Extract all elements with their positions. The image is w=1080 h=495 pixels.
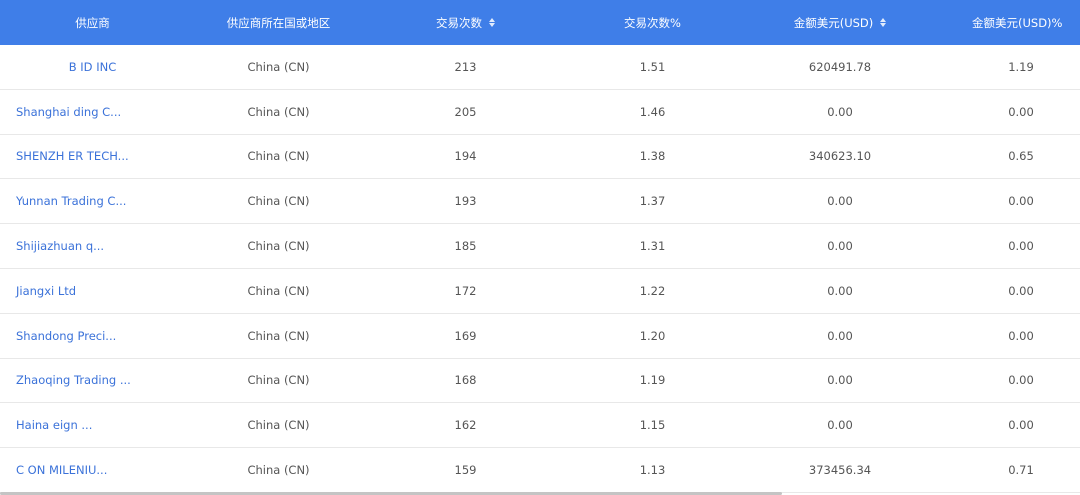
trade-count-pct-cell: 1.20 bbox=[639, 328, 666, 343]
supplier-link[interactable]: Shandong Preci... bbox=[0, 314, 185, 358]
trade-count-pct-cell: 1.38 bbox=[639, 149, 666, 164]
amount-usd-pct-cell: 0.00 bbox=[1008, 328, 1034, 343]
amount-usd-pct-cell: 0.00 bbox=[1008, 104, 1034, 119]
region-cell: China (CN) bbox=[247, 149, 310, 164]
amount-usd-cell: 0.00 bbox=[827, 328, 853, 343]
sort-icon[interactable] bbox=[880, 18, 887, 27]
amount-usd-cell: 373456.34 bbox=[808, 463, 872, 478]
trade-count-cell: 193 bbox=[454, 194, 477, 209]
region-cell: China (CN) bbox=[247, 283, 310, 298]
region-cell: China (CN) bbox=[247, 418, 310, 433]
amount-usd-cell: 340623.10 bbox=[808, 149, 872, 164]
trade-count-pct-cell: 1.19 bbox=[639, 373, 666, 388]
amount-usd-cell: 0.00 bbox=[827, 418, 853, 433]
supplier-link[interactable]: Shanghai ding C... bbox=[0, 90, 185, 134]
region-cell: China (CN) bbox=[247, 239, 310, 254]
supplier-link[interactable]: Shijiazhuan q... bbox=[0, 224, 185, 268]
region-cell: China (CN) bbox=[247, 463, 310, 478]
amount-usd-pct-cell: 0.00 bbox=[1008, 418, 1034, 433]
amount-usd-pct-cell: 0.00 bbox=[1008, 239, 1034, 254]
trade-count-cell: 168 bbox=[454, 373, 477, 388]
table-row: Shijiazhuan q... China (CN) 185 1.31 0.00 0.0… bbox=[0, 224, 1080, 269]
trade-count-cell: 169 bbox=[454, 328, 477, 343]
trade-count-pct-cell: 1.22 bbox=[639, 283, 666, 298]
amount-usd-cell: 0.00 bbox=[827, 104, 853, 119]
trade-count-pct-cell: 1.46 bbox=[639, 104, 666, 119]
supplier-link[interactable]: Haina eign ... bbox=[0, 403, 185, 447]
header-trade-count-label: 交易次数 bbox=[436, 15, 482, 30]
header-trade-count[interactable]: 交易次数 bbox=[372, 0, 559, 45]
supplier-link[interactable]: SHENZH ER TECH... bbox=[0, 135, 185, 179]
trade-count-pct-cell: 1.51 bbox=[639, 59, 666, 74]
region-cell: China (CN) bbox=[247, 373, 310, 388]
table-row: Shanghai ding C... China (CN) 205 1.46 0.00 0… bbox=[0, 90, 1080, 135]
amount-usd-pct-cell: 0.00 bbox=[1008, 373, 1034, 388]
table-row: C ON MILENIU... China (CN) 159 1.13 373456.3… bbox=[0, 448, 1080, 493]
supplier-link[interactable]: Zhaoqing Trading ... bbox=[0, 359, 185, 403]
amount-usd-cell: 0.00 bbox=[827, 239, 853, 254]
table-row: SHENZH ER TECH... China (CN) 194 1.38 340623… bbox=[0, 135, 1080, 180]
region-cell: China (CN) bbox=[247, 194, 310, 209]
trade-count-pct-cell: 1.37 bbox=[639, 194, 666, 209]
table-row: Yunnan Trading C... China (CN) 193 1.37 0.00… bbox=[0, 179, 1080, 225]
amount-usd-cell: 0.00 bbox=[827, 194, 853, 209]
amount-usd-pct-cell: 0.71 bbox=[1008, 463, 1034, 478]
table-header: 供应商 供应商所在国或地区 交易次数 交易次数% 金额美元(USD) 金额美元(… bbox=[0, 0, 1080, 45]
region-cell: China (CN) bbox=[247, 328, 310, 343]
supplier-link[interactable]: Yunnan Trading C... bbox=[0, 179, 185, 223]
trade-count-pct-cell: 1.31 bbox=[639, 239, 666, 254]
amount-usd-cell: 0.00 bbox=[827, 283, 853, 298]
header-region: 供应商所在国或地区 bbox=[226, 15, 331, 30]
trade-count-cell: 172 bbox=[454, 283, 477, 298]
header-amount-usd[interactable]: 金额美元(USD) bbox=[746, 0, 934, 45]
supplier-link[interactable]: C ON MILENIU... bbox=[0, 448, 185, 492]
trade-count-cell: 213 bbox=[454, 59, 477, 74]
supplier-link[interactable]: B ID INC bbox=[0, 45, 185, 89]
sort-icon[interactable] bbox=[489, 18, 495, 27]
header-supplier: 供应商 bbox=[75, 15, 110, 30]
trade-count-cell: 194 bbox=[454, 149, 477, 164]
header-amount-usd-pct: 金额美元(USD)% bbox=[972, 15, 1063, 30]
amount-usd-cell: 620491.78 bbox=[808, 59, 872, 74]
header-amount-usd-label: 金额美元(USD) bbox=[793, 15, 874, 30]
supplier-link[interactable]: Jiangxi Ltd bbox=[0, 269, 185, 313]
trade-count-cell: 205 bbox=[454, 104, 477, 119]
table-row: Shandong Preci... China (CN) 169 1.20 0.00 0.… bbox=[0, 314, 1080, 359]
table-row: Haina eign ... China (CN) 162 1.15 0.00 0.00 bbox=[0, 403, 1080, 449]
trade-count-cell: 159 bbox=[454, 463, 477, 478]
trade-count-cell: 185 bbox=[454, 239, 477, 254]
table-row: Zhaoqing Trading ... China (CN) 168 1.19 0.0… bbox=[0, 359, 1080, 404]
table-row: B ID INC China (CN) 213 1.51 620491.78 1.19 bbox=[0, 45, 1080, 90]
region-cell: China (CN) bbox=[247, 59, 310, 74]
trade-count-pct-cell: 1.15 bbox=[639, 418, 666, 433]
trade-count-cell: 162 bbox=[454, 418, 477, 433]
header-trade-count-pct: 交易次数% bbox=[624, 15, 681, 30]
amount-usd-pct-cell: 1.19 bbox=[1008, 59, 1034, 74]
table-row: Jiangxi Ltd China (CN) 172 1.22 0.00 0.00 bbox=[0, 269, 1080, 314]
amount-usd-pct-cell: 0.00 bbox=[1008, 194, 1034, 209]
supplier-table: 供应商 供应商所在国或地区 交易次数 交易次数% 金额美元(USD) 金额美元(… bbox=[0, 0, 1080, 495]
region-cell: China (CN) bbox=[247, 104, 310, 119]
amount-usd-pct-cell: 0.00 bbox=[1008, 283, 1034, 298]
amount-usd-cell: 0.00 bbox=[827, 373, 853, 388]
trade-count-pct-cell: 1.13 bbox=[639, 463, 666, 478]
amount-usd-pct-cell: 0.65 bbox=[1008, 149, 1034, 164]
table-body: B ID INC China (CN) 213 1.51 620491.78 1.19 Sh… bbox=[0, 45, 1080, 493]
